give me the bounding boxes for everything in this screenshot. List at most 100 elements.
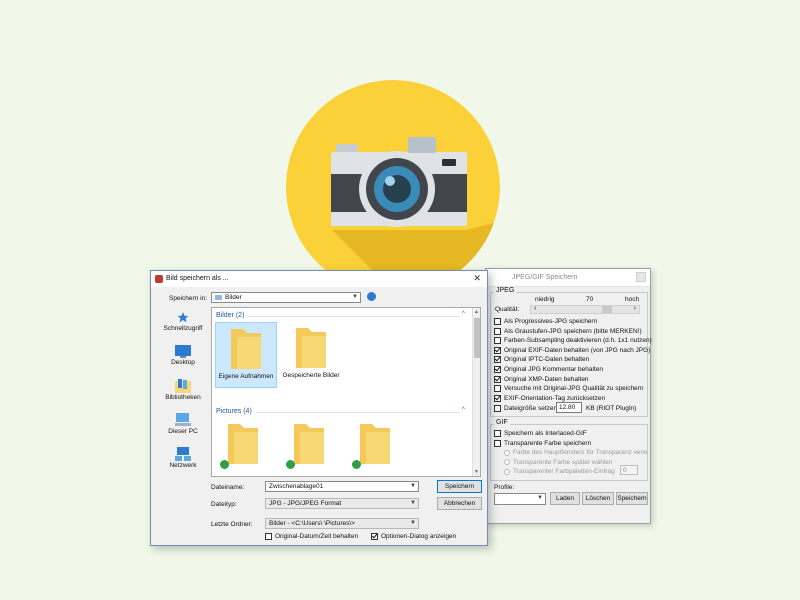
quality-slider[interactable]: ‹ › xyxy=(530,305,640,314)
last-folder-dropdown[interactable]: Bilder - <C:\Users\ \Pictures\> ▼ xyxy=(265,518,419,529)
folder-tile[interactable]: Gespeicherte Bilder xyxy=(280,322,342,388)
gif-group-label: GIF xyxy=(494,419,510,426)
last-folder-value: Bilder - <C:\Users\ \Pictures\> xyxy=(269,520,355,527)
keep-date-checkbox[interactable] xyxy=(265,533,272,540)
place-label: Bibliotheken xyxy=(165,394,201,401)
folder-icon xyxy=(215,295,222,300)
profile-dropdown[interactable]: ▼ xyxy=(494,493,546,505)
desktop-icon xyxy=(175,345,191,358)
jpeg-option[interactable]: Original IPTC-Daten behalten xyxy=(494,355,589,364)
jpeg-option-checkbox[interactable] xyxy=(494,385,501,393)
jpeg-option[interactable]: Versuche mit Original-JPG Qualität zu sp… xyxy=(494,384,643,393)
save-button[interactable]: Speichern xyxy=(437,480,482,493)
jpeg-option-label: Original JPG Kommentar behalten xyxy=(504,366,603,373)
filesize-option[interactable]: Dateigröße setzen xyxy=(494,404,557,413)
save-dialog-title: Bild speichern als ... xyxy=(166,275,229,282)
close-icon[interactable]: ✕ xyxy=(473,273,481,284)
scrollbar-thumb[interactable] xyxy=(474,318,480,358)
folder-tile[interactable] xyxy=(284,420,334,476)
chevron-right-icon[interactable]: › xyxy=(634,305,636,312)
back-icon[interactable] xyxy=(367,292,376,301)
jpeg-option[interactable]: Farben-Subsampling deaktivieren (d.h. 1x… xyxy=(494,336,652,345)
filename-input[interactable]: Zwischenablage01 ▼ xyxy=(265,481,419,492)
palette-entry-input[interactable]: 0 xyxy=(620,465,638,475)
cancel-button[interactable]: Abbrechen xyxy=(437,497,482,510)
delete-profile-button[interactable]: Löschen xyxy=(582,492,614,505)
place-libraries[interactable]: Bibliotheken xyxy=(157,379,209,409)
jpeg-option-checkbox[interactable] xyxy=(494,366,501,373)
save-in-value: Bilder xyxy=(225,294,242,301)
show-options-checkbox[interactable] xyxy=(371,533,378,540)
place-desktop[interactable]: Desktop xyxy=(157,345,209,375)
folder-tile[interactable] xyxy=(350,420,400,476)
file-list[interactable]: Bilder (2) ^ Eigene Aufnahmen Gespeicher… xyxy=(211,307,481,477)
jpeg-option-checkbox[interactable] xyxy=(494,394,501,402)
place-label: Netzwerk xyxy=(169,462,197,469)
chevron-down-icon: ▼ xyxy=(352,294,358,300)
network-icon xyxy=(175,447,191,461)
jpeg-option-checkbox[interactable] xyxy=(494,337,501,345)
chevron-left-icon[interactable]: ‹ xyxy=(534,305,536,312)
filetype-value: JPG - JPG/JPEG Format xyxy=(269,500,342,507)
jpeg-option[interactable]: Original JPG Kommentar behalten xyxy=(494,365,603,374)
filesize-input[interactable]: 12.80 xyxy=(556,402,582,413)
scroll-up-icon[interactable]: ▲ xyxy=(474,309,479,315)
radio-button[interactable] xyxy=(504,468,510,475)
chevron-up-icon[interactable]: ^ xyxy=(462,311,465,317)
transparency-radio[interactable]: Farbe des Hauptfensters für Transparenz … xyxy=(504,448,649,457)
jpeg-dialog-title: JPEG/GIF Speichern xyxy=(512,274,578,281)
close-icon[interactable] xyxy=(636,272,646,282)
load-profile-button[interactable]: Laden xyxy=(550,492,580,505)
chevron-down-icon: ▼ xyxy=(410,483,416,489)
keep-date-option[interactable]: Original-Datum/Zeit behalten xyxy=(265,533,358,540)
libraries-icon xyxy=(175,379,191,393)
scroll-down-icon[interactable]: ▼ xyxy=(474,469,479,475)
save-in-dropdown[interactable]: Bilder ▼ xyxy=(211,292,361,303)
place-this-pc[interactable]: Dieser PC xyxy=(157,413,209,443)
filetype-dropdown[interactable]: JPG - JPG/JPEG Format ▼ xyxy=(265,498,419,509)
jpeg-option-checkbox[interactable] xyxy=(494,356,501,364)
place-label: Desktop xyxy=(171,359,195,366)
filesize-label: Dateigröße setzen xyxy=(504,405,558,412)
slider-thumb[interactable] xyxy=(601,306,612,313)
transparency-radio[interactable]: Transparente Farbe später wählen xyxy=(504,458,612,467)
jpeg-option[interactable]: Original XMP-Daten behalten xyxy=(494,375,589,384)
jpeg-option-label: Original IPTC-Daten behalten xyxy=(504,356,590,364)
jpeg-option-checkbox[interactable] xyxy=(494,346,501,354)
radio-button[interactable] xyxy=(504,459,510,466)
jpeg-option-checkbox[interactable] xyxy=(494,327,501,335)
jpeg-option[interactable]: EXIF-Orientation-Tag zurücksetzen xyxy=(494,394,605,403)
jpeg-options-dialog: JPEG/GIF Speichern JPEG Qualität: niedri… xyxy=(485,268,652,524)
quality-high-label: hoch xyxy=(625,296,640,303)
save-profile-button[interactable]: Speichern xyxy=(616,492,648,505)
jpeg-option-checkbox[interactable] xyxy=(494,375,501,383)
jpeg-option[interactable]: Als Graustufen-JPG speichern (bitte MERK… xyxy=(494,327,642,336)
section-header[interactable]: Bilder (2) xyxy=(216,312,244,319)
jpeg-option-checkbox[interactable] xyxy=(494,318,501,325)
gif-option[interactable]: Transparente Farbe speichern xyxy=(494,439,591,448)
gif-option-checkbox[interactable] xyxy=(494,430,501,437)
folder-tile[interactable] xyxy=(218,420,268,476)
radio-button[interactable] xyxy=(504,449,510,456)
places-bar: Schnellzugriff Desktop Bibliotheken Dies… xyxy=(157,307,209,483)
folder-icon xyxy=(228,424,258,464)
gif-option-checkbox[interactable] xyxy=(494,439,501,447)
show-options-option[interactable]: Optionen-Dialog anzeigen xyxy=(371,533,456,540)
star-icon xyxy=(177,312,189,323)
chevron-up-icon[interactable]: ^ xyxy=(462,407,465,413)
gif-option[interactable]: Speichern als Interlaced-GIF xyxy=(494,429,587,438)
quality-value: 70 xyxy=(586,296,594,303)
jpeg-option[interactable]: Original EXIF-Daten behalten (von JPG na… xyxy=(494,346,650,355)
check-badge-icon xyxy=(352,460,361,469)
place-network[interactable]: Netzwerk xyxy=(157,447,209,477)
folder-label: Gespeicherte Bilder xyxy=(282,372,340,379)
jpeg-option-label: Farben-Subsampling deaktivieren (d.h. 1x… xyxy=(504,337,652,345)
folder-tile[interactable]: Eigene Aufnahmen xyxy=(215,322,277,388)
file-list-scrollbar[interactable]: ▲ ▼ xyxy=(472,308,480,476)
jpeg-option[interactable]: Als Progressives-JPG speichern xyxy=(494,317,597,326)
place-quick-access[interactable]: Schnellzugriff xyxy=(157,311,209,341)
filesize-checkbox[interactable] xyxy=(494,405,501,412)
transparency-radio[interactable]: Transparenter Farbpaletten-Eintrag xyxy=(504,467,615,476)
section-header[interactable]: Pictures (4) xyxy=(216,408,252,415)
jpeg-option-label: Original EXIF-Daten behalten (von JPG na… xyxy=(504,346,651,354)
